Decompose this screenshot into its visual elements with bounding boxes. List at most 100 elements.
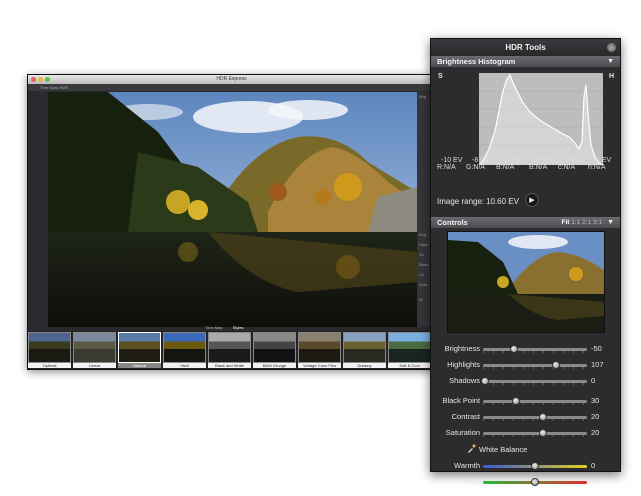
pixel-readouts: R:N/A G:N/A B:N/A B:N/A c:N/A h:N/A xyxy=(431,164,622,174)
preset-image xyxy=(343,332,386,363)
slider-knob[interactable] xyxy=(551,361,560,369)
preset-image xyxy=(73,332,116,363)
side-label: Satu xyxy=(419,282,428,287)
main-photo-preview[interactable] xyxy=(48,92,417,327)
ev-tick: -6 EV xyxy=(503,157,521,164)
zoom-3-1[interactable]: 3:1 xyxy=(593,219,602,226)
window-controls xyxy=(31,77,50,82)
slider-label: Warmth xyxy=(454,461,480,470)
preset-thumbnail[interactable]: Vintage Color Film xyxy=(298,332,341,368)
slider-value: -50 xyxy=(591,344,602,353)
readout-b2: B:N/A xyxy=(529,164,548,171)
slider-value: 0 xyxy=(591,376,596,385)
collapse-triangle-icon[interactable]: ▼ xyxy=(607,56,614,67)
slider-row: Highlights 107 xyxy=(431,357,620,373)
slider-label: Shadows xyxy=(449,376,480,385)
minimize-window-button[interactable] xyxy=(38,77,43,82)
highlight-marker: H xyxy=(609,73,615,80)
white-balance-row: White Balance xyxy=(431,441,620,458)
slider-row: Warmth 0 xyxy=(431,458,620,474)
play-icon[interactable]: ▶ xyxy=(525,193,539,207)
slider-label: Contrast xyxy=(451,412,480,421)
preset-image xyxy=(298,332,341,363)
slider-row: Saturation 20 xyxy=(431,425,620,441)
slider-row: Contrast 20 xyxy=(431,409,620,425)
slider-value: 20 xyxy=(591,412,600,421)
close-icon[interactable] xyxy=(607,43,616,52)
readout-r: R:N/A xyxy=(437,164,456,171)
image-range-row: Image range: 10.60 EV ▶ xyxy=(431,191,620,211)
controls-section-label: Controls xyxy=(437,218,468,227)
preset-image xyxy=(208,332,251,363)
collapse-triangle-icon[interactable]: ▼ xyxy=(607,217,614,228)
readout-h: h:N/A xyxy=(588,164,606,171)
slider-row: Black Point 30 xyxy=(431,393,620,409)
zoom-options: Fit 1:1 2:1 3:1 xyxy=(561,217,602,228)
segment-tone-map[interactable]: Tone Map xyxy=(203,325,225,330)
main-window: HDR Express Tree Glow HDR Brig Brig High… xyxy=(27,74,436,370)
zoom-fit[interactable]: Fit xyxy=(561,219,569,226)
ev-tick: -10 EV xyxy=(441,157,463,164)
image-range-label: Image range: xyxy=(437,197,485,206)
ev-tick: -8 EV xyxy=(472,157,490,164)
desktop: HDR Express Tree Glow HDR Brig Brig High… xyxy=(0,0,641,496)
preset-image xyxy=(253,332,296,363)
slider-knob[interactable] xyxy=(531,478,539,486)
preset-thumbnail[interactable]: Soft & Cool xyxy=(388,332,431,368)
readout-b: B:N/A xyxy=(496,164,515,171)
preset-thumbnail[interactable]: Optimal xyxy=(28,332,71,368)
readout-g: G:N/A xyxy=(466,164,486,171)
white-balance-label: White Balance xyxy=(479,445,528,454)
ev-tick: -4 EV xyxy=(534,157,552,164)
slider-value: 107 xyxy=(591,360,604,369)
side-label: Sh xyxy=(419,252,424,257)
ev-tick: 0 EV xyxy=(596,157,612,164)
preset-thumbnail[interactable]: Dreamy xyxy=(343,332,386,368)
slider-value: 20 xyxy=(591,428,600,437)
shadow-marker: S xyxy=(438,73,443,80)
histogram-plot xyxy=(479,73,603,165)
histogram-section-header[interactable]: Brightness Histogram ▼ xyxy=(431,56,620,67)
slider-row: Brightness -50 xyxy=(431,341,620,357)
preset-filmstrip: Optimal Linear Natural Vivid Black and W… xyxy=(28,331,435,369)
document-tab[interactable]: Tree Glow HDR xyxy=(40,85,68,90)
zoom-window-button[interactable] xyxy=(45,77,50,82)
zoom-2-1[interactable]: 2:1 xyxy=(582,219,591,226)
slider-knob[interactable] xyxy=(531,462,539,470)
slider-row: Shadows 0 xyxy=(431,373,620,389)
slider-ticks xyxy=(483,367,587,369)
preset-image xyxy=(28,332,71,363)
slider-value: 30 xyxy=(591,396,600,405)
main-window-title: HDR Express xyxy=(216,76,247,82)
slider-label: Tint xyxy=(467,477,480,486)
tone-sliders: Brightness -50 Highlights 107 Shadows 0 xyxy=(431,341,620,490)
close-window-button[interactable] xyxy=(31,77,36,82)
hdr-tools-titlebar[interactable]: HDR Tools xyxy=(431,39,620,56)
slider-ticks xyxy=(483,351,587,353)
side-label: Brig xyxy=(419,232,427,237)
main-window-titlebar[interactable]: HDR Express xyxy=(28,75,435,84)
eyedropper-icon[interactable] xyxy=(467,444,476,453)
side-label: Brig xyxy=(419,94,427,99)
image-range-value: 10.60 EV xyxy=(486,197,519,206)
preset-thumbnail[interactable]: B&W Grunge xyxy=(253,332,296,368)
preset-thumbnail[interactable]: Vivid xyxy=(163,332,206,368)
preset-label: Natural xyxy=(118,363,161,368)
preset-thumbnail-selected[interactable]: Natural xyxy=(118,332,161,368)
preset-label: Optimal xyxy=(28,363,71,368)
controls-preview-image[interactable] xyxy=(447,231,605,333)
preset-thumbnail[interactable]: Linear xyxy=(73,332,116,368)
slider-ticks xyxy=(483,403,587,405)
controls-section-header[interactable]: Controls Fit 1:1 2:1 3:1 ▼ xyxy=(431,217,620,228)
preset-label: Vivid xyxy=(163,363,206,368)
segment-styles[interactable]: Styles xyxy=(231,325,246,330)
preset-label: Dreamy xyxy=(343,363,386,368)
hdr-tools-panel: HDR Tools Brightness Histogram ▼ S H -10… xyxy=(430,38,622,486)
slider-label: Black Point xyxy=(442,396,480,405)
side-label: Highl xyxy=(419,242,429,247)
preset-thumbnail[interactable]: Black and White xyxy=(208,332,251,368)
preset-label: B&W Grunge xyxy=(253,363,296,368)
zoom-1-1[interactable]: 1:1 xyxy=(571,219,580,226)
preset-image xyxy=(118,332,161,363)
preset-image xyxy=(388,332,431,363)
